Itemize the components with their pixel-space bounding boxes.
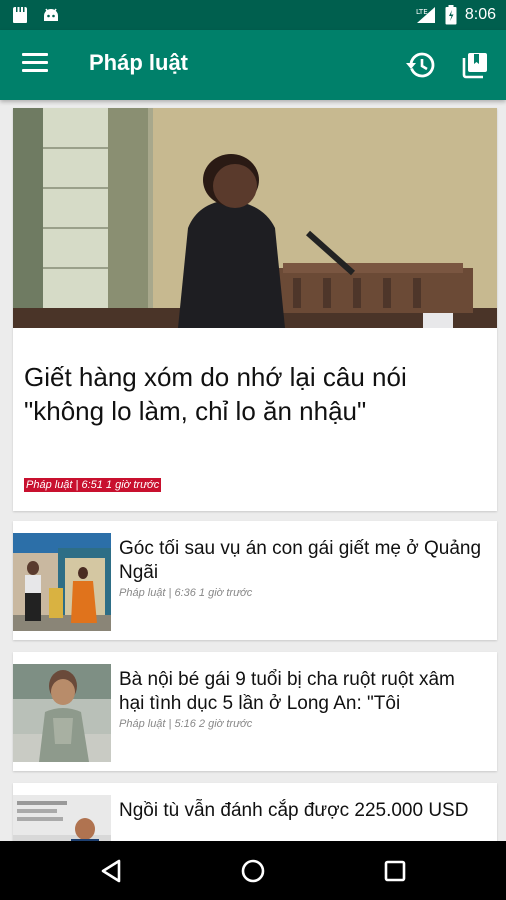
featured-article-meta: Pháp luật | 6:51 1 giờ trước	[24, 478, 162, 492]
list-item[interactable]: Ngồi tù vẫn đánh cắp được 225.000 USD	[13, 783, 497, 841]
article-thumbnail	[13, 664, 111, 762]
featured-article-title[interactable]: Giết hàng xóm do nhớ lại câu nói "không …	[24, 360, 484, 428]
lte-signal-icon: LTE	[416, 7, 435, 23]
menu-icon[interactable]	[22, 53, 48, 77]
article-meta: Pháp luật | 5:16 2 giờ trước	[119, 718, 253, 730]
article-title[interactable]: Góc tối sau vụ án con gái giết mẹ ở Quản…	[119, 537, 485, 585]
svg-text:LTE: LTE	[416, 8, 428, 16]
app-bar: Pháp luật	[0, 30, 506, 100]
article-title[interactable]: Bà nội bé gái 9 tuổi bị cha ruột ruột xâ…	[119, 668, 485, 716]
list-item[interactable]: Bà nội bé gái 9 tuổi bị cha ruột ruột xâ…	[13, 652, 497, 771]
list-item[interactable]: Góc tối sau vụ án con gái giết mẹ ở Quản…	[13, 521, 497, 640]
article-title[interactable]: Ngồi tù vẫn đánh cắp được 225.000 USD	[119, 799, 485, 841]
history-icon[interactable]	[406, 50, 436, 80]
system-nav-bar	[0, 841, 506, 900]
library-icon[interactable]	[460, 50, 490, 80]
status-time: 8:06	[464, 6, 496, 23]
featured-article-card[interactable]: Giết hàng xóm do nhớ lại câu nói "không …	[13, 108, 497, 511]
recents-icon[interactable]	[380, 856, 410, 886]
back-icon[interactable]	[97, 856, 127, 886]
android-icon	[44, 8, 58, 21]
home-icon[interactable]	[238, 856, 268, 886]
article-thumbnail	[13, 533, 111, 631]
page-title: Pháp luật	[89, 50, 189, 75]
article-list[interactable]: Giết hàng xóm do nhớ lại câu nói "không …	[0, 100, 506, 841]
status-bar: LTE 8:06	[0, 0, 506, 30]
featured-article-image	[13, 108, 497, 328]
article-thumbnail	[13, 795, 111, 841]
article-meta: Pháp luật | 6:36 1 giờ trước	[119, 587, 253, 599]
battery-icon	[445, 5, 457, 25]
notification-doc-icon	[13, 7, 27, 23]
